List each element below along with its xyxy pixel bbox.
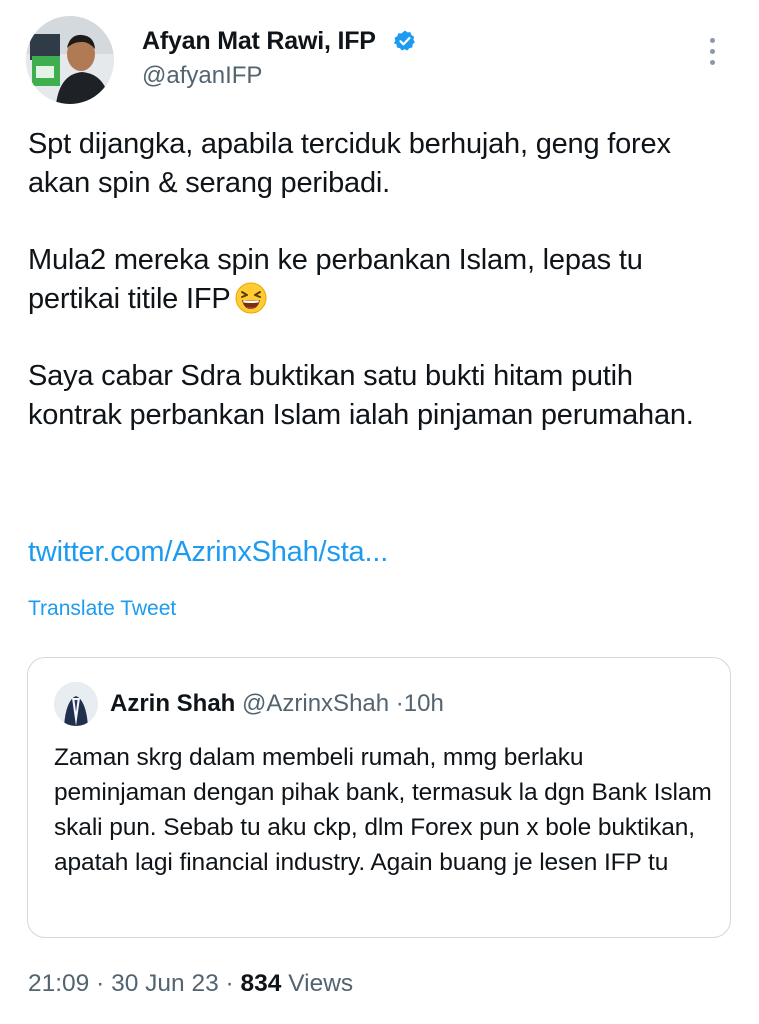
tweet-meta: 21:09 · 30 Jun 23 · 834 Views [28,970,353,998]
author-avatar[interactable] [26,16,114,104]
quoted-author-handle: @AzrinxShah [242,690,390,717]
views-label[interactable]: Views [288,970,353,997]
author-handle[interactable]: @afyanIFP [142,62,262,90]
tweet-time[interactable]: 21:09 [28,970,89,997]
grinning-squinting-face-icon [235,282,266,314]
tweet-text: Spt dijangka, apabila terciduk berhujah,… [28,125,728,473]
views-count[interactable]: 834 [241,970,282,997]
separator-dot: · [395,690,404,717]
tweet-paragraph-with-emoji: Mula2 mereka spin ke perbankan Islam, le… [28,241,728,319]
more-dot [710,49,715,54]
tweet-link[interactable]: twitter.com/AzrinxShah/sta... [28,536,388,569]
profile-photo-icon [26,16,114,104]
tweet-paragraph: Spt dijangka, apabila terciduk berhujah,… [28,128,671,199]
more-options-icon[interactable] [700,34,726,70]
translate-tweet-button[interactable]: Translate Tweet [28,597,176,621]
quoted-tweet-header: Azrin Shah @AzrinxShah ·10h [110,690,444,718]
profile-photo-icon [54,682,98,726]
quoted-tweet-card[interactable]: Azrin Shah @AzrinxShah ·10h Zaman skrg d… [27,657,731,938]
quoted-tweet-text: Zaman skrg dalam membeli rumah, mmg berl… [54,744,712,876]
quoted-author-name: Azrin Shah [110,690,236,717]
more-dot [710,60,715,65]
tweet-paragraph: Mula2 mereka spin ke perbankan Islam, le… [28,244,643,315]
quoted-tweet-time: 10h [403,690,444,717]
tweet-date[interactable]: 30 Jun 23 [111,970,219,997]
tweet-card: Afyan Mat Rawi, IFP @afyanIFP Spt dijang… [0,0,759,1024]
quoted-author-avatar [54,682,98,726]
verified-badge-icon [393,30,415,51]
tweet-paragraph: Saya cabar Sdra buktikan satu bukti hita… [28,360,694,431]
author-name[interactable]: Afyan Mat Rawi, IFP [142,27,376,56]
more-dot [710,38,715,43]
separator-dot: · [96,970,105,997]
separator-dot: · [225,970,234,997]
